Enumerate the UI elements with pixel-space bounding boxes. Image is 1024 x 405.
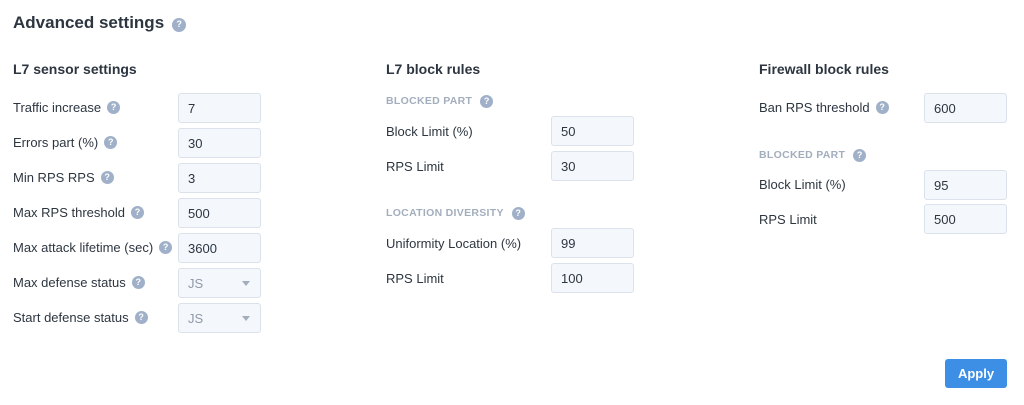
firewall-block-limit-label: Block Limit (%) [759, 176, 846, 192]
ban-rps-threshold-label: Ban RPS threshold ? [759, 99, 889, 115]
rps-limit-input[interactable] [551, 151, 634, 181]
l7-block-rules-title: L7 block rules [386, 61, 481, 77]
traffic-increase-input[interactable] [178, 93, 261, 123]
l7-sensor-settings-title: L7 sensor settings [13, 61, 137, 77]
traffic-increase-label: Traffic increase ? [13, 99, 121, 115]
chevron-down-icon [242, 315, 250, 321]
max-defense-status-value: JS [188, 275, 204, 291]
location-rps-limit-input[interactable] [551, 263, 634, 293]
uniformity-location-input[interactable] [551, 228, 634, 258]
start-defense-status-select[interactable]: JS [178, 303, 261, 333]
firewall-rps-limit-input[interactable] [924, 204, 1007, 234]
errors-part-label: Errors part (%) ? [13, 134, 118, 150]
location-diversity-heading: LOCATION DIVERSITY ? [386, 206, 525, 220]
help-icon[interactable]: ? [511, 206, 525, 220]
rps-limit-label: RPS Limit [386, 270, 444, 286]
max-rps-threshold-input[interactable] [178, 198, 261, 228]
help-icon[interactable]: ? [480, 94, 494, 108]
help-icon[interactable]: ? [131, 205, 144, 219]
help-icon[interactable]: ? [107, 100, 121, 114]
help-icon[interactable]: ? [134, 310, 148, 324]
firewall-blocked-part-heading: BLOCKED PART ? [759, 148, 867, 162]
max-attack-lifetime-input[interactable] [178, 233, 261, 263]
block-limit-input[interactable] [551, 116, 634, 146]
help-icon[interactable]: ? [131, 275, 145, 289]
max-defense-status-label: Max defense status ? [13, 274, 145, 290]
start-defense-status-value: JS [188, 310, 204, 326]
uniformity-location-label: Uniformity Location (%) [386, 235, 522, 251]
blocked-part-heading: BLOCKED PART ? [386, 94, 494, 108]
page-title-text: Advanced settings [13, 13, 165, 32]
help-icon[interactable]: ? [172, 17, 187, 32]
max-attack-lifetime-label: Max attack lifetime (sec) ? [13, 239, 173, 255]
apply-button[interactable]: Apply [945, 359, 1007, 388]
rps-limit-label: RPS Limit [386, 158, 444, 174]
max-defense-status-select[interactable]: JS [178, 268, 261, 298]
min-rps-label: Min RPS RPS ? [13, 169, 114, 185]
firewall-rps-limit-label: RPS Limit [759, 211, 817, 227]
ban-rps-threshold-input[interactable] [924, 93, 1007, 123]
block-limit-label: Block Limit (%) [386, 123, 473, 139]
help-icon[interactable]: ? [159, 240, 173, 254]
help-icon[interactable]: ? [100, 170, 114, 184]
help-icon[interactable]: ? [875, 100, 889, 114]
help-icon[interactable]: ? [104, 135, 118, 149]
firewall-block-rules-title: Firewall block rules [759, 61, 889, 77]
firewall-block-limit-input[interactable] [924, 170, 1007, 200]
start-defense-status-label: Start defense status ? [13, 309, 148, 325]
min-rps-input[interactable] [178, 163, 261, 193]
errors-part-input[interactable] [178, 128, 261, 158]
max-rps-threshold-label: Max RPS threshold ? [13, 204, 144, 220]
help-icon[interactable]: ? [853, 148, 867, 162]
page-title: Advanced settings ? [13, 13, 187, 33]
chevron-down-icon [242, 280, 250, 286]
